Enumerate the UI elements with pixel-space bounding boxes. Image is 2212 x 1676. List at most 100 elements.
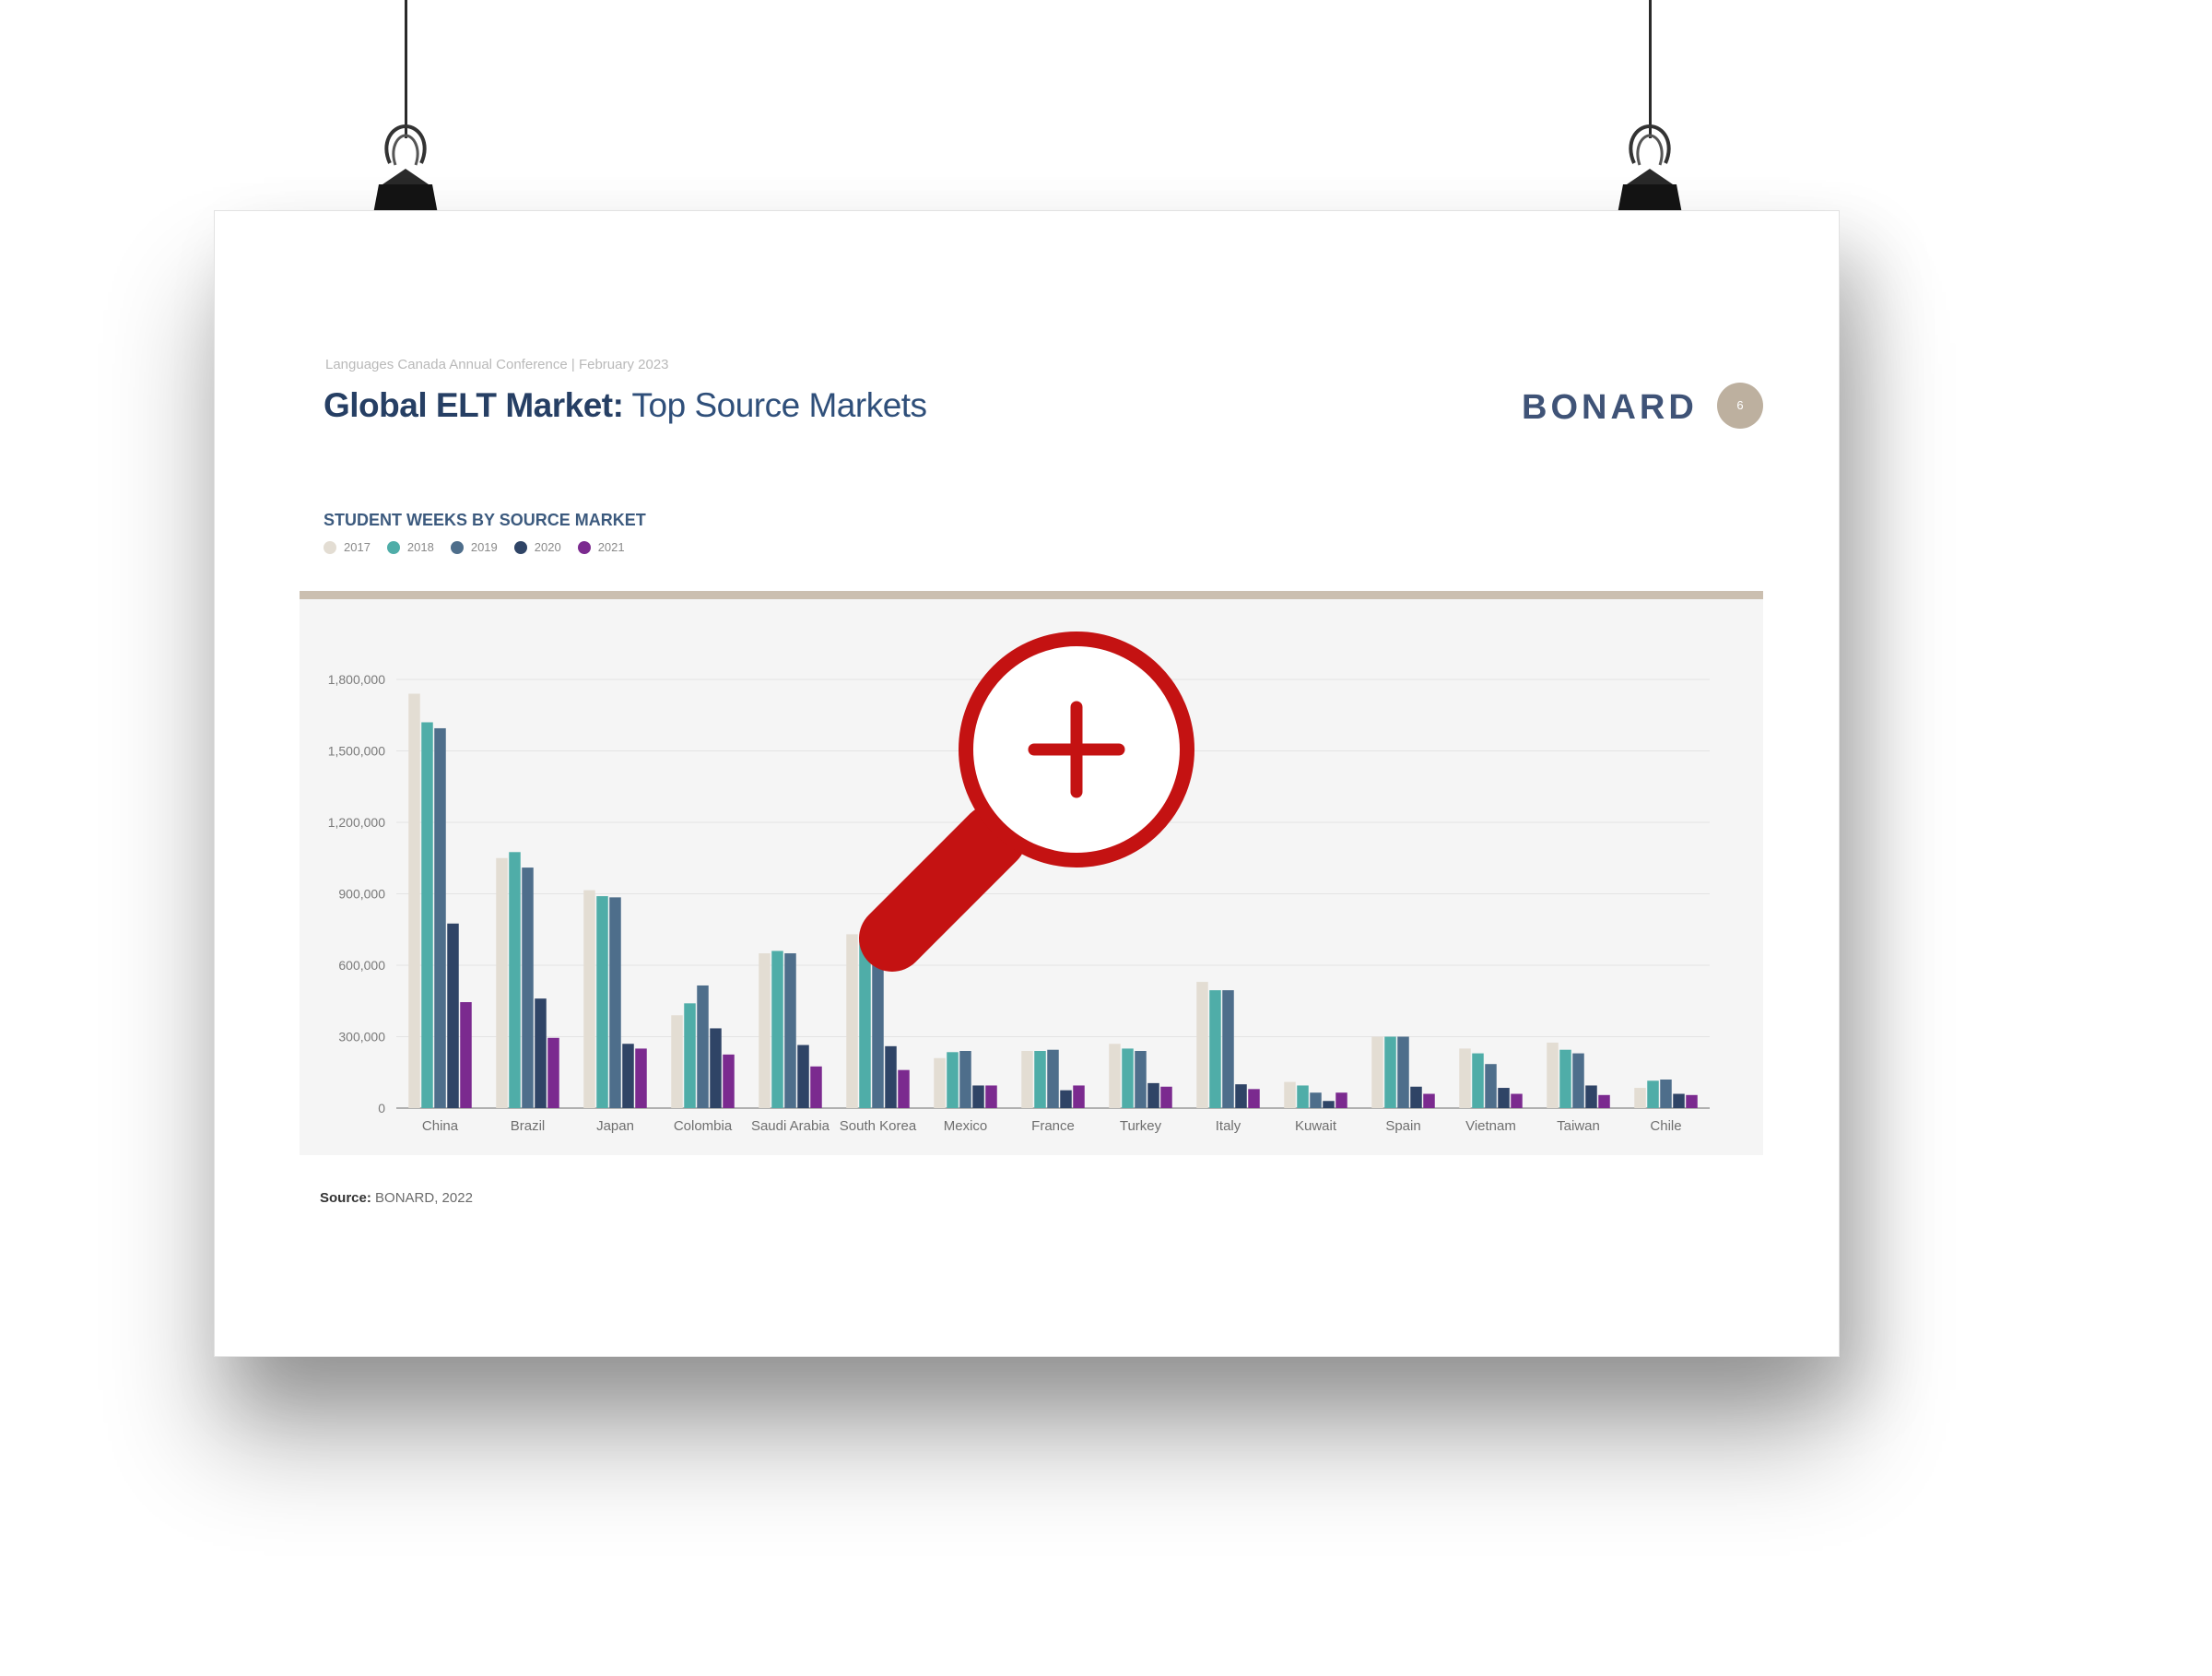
x-tick-label: Taiwan <box>1557 1118 1600 1134</box>
legend-label: 2020 <box>534 540 561 554</box>
bar <box>959 1051 971 1108</box>
bar <box>1673 1093 1685 1108</box>
bar <box>1060 1090 1072 1108</box>
x-tick-label: South Korea <box>840 1118 917 1134</box>
bar <box>1297 1085 1309 1108</box>
bar <box>1135 1051 1147 1108</box>
y-tick-label: 1,800,000 <box>328 672 385 687</box>
x-tick-label: Mexico <box>944 1118 988 1134</box>
bar <box>759 953 771 1108</box>
bar <box>1572 1053 1584 1108</box>
bar <box>1511 1093 1523 1108</box>
bar <box>547 1037 559 1108</box>
bar <box>583 890 595 1108</box>
bar <box>1371 1036 1383 1108</box>
x-tick-label: Brazil <box>511 1118 546 1134</box>
bar <box>947 1052 959 1108</box>
bar <box>1235 1084 1247 1108</box>
bar <box>934 1057 946 1108</box>
x-tick-label: Italy <box>1216 1118 1241 1134</box>
bar <box>1397 1036 1409 1108</box>
bar <box>985 1085 997 1108</box>
y-tick-label: 1,500,000 <box>328 744 385 759</box>
legend-label: 2017 <box>344 540 371 554</box>
legend-swatch <box>386 540 400 554</box>
bar <box>1284 1081 1296 1108</box>
legend-label: 2019 <box>470 540 498 554</box>
brand-logo: BONARD <box>1522 388 1698 427</box>
bar <box>460 1002 472 1108</box>
bar <box>1410 1086 1422 1108</box>
x-tick-label: Spain <box>1385 1118 1420 1134</box>
legend-swatch <box>577 540 591 554</box>
bar <box>1196 982 1208 1108</box>
title-bold: Global ELT Market: <box>324 386 624 424</box>
bar <box>1559 1049 1571 1108</box>
bar <box>434 727 446 1108</box>
bar <box>710 1028 722 1108</box>
legend-item-2017: 2017 <box>324 540 371 554</box>
bar <box>1073 1085 1085 1108</box>
bar <box>1335 1092 1347 1108</box>
bar <box>1384 1036 1396 1108</box>
bar <box>596 896 608 1108</box>
bar <box>797 1045 809 1108</box>
bar <box>1021 1051 1033 1108</box>
chart-title: STUDENT WEEKS BY SOURCE MARKET <box>324 511 646 529</box>
x-tick-label: Chile <box>1650 1118 1681 1134</box>
bar <box>1122 1048 1134 1108</box>
source-text: BONARD, 2022 <box>371 1190 473 1206</box>
x-tick-label: Turkey <box>1120 1118 1162 1134</box>
bar <box>1222 990 1234 1108</box>
bar <box>609 897 621 1108</box>
legend-label: 2021 <box>597 540 625 554</box>
bar <box>697 985 709 1108</box>
x-tick-label: Saudi Arabia <box>751 1118 830 1134</box>
bar <box>784 953 796 1108</box>
legend-item-2020: 2020 <box>513 540 561 554</box>
bar <box>1485 1064 1497 1108</box>
zoom-in-magnifier-icon[interactable] <box>837 616 1215 994</box>
bar <box>810 1066 822 1108</box>
bar <box>1498 1088 1510 1108</box>
x-tick-label: Kuwait <box>1295 1118 1337 1134</box>
bar <box>1047 1049 1059 1108</box>
bar <box>408 693 420 1108</box>
bar <box>522 868 534 1108</box>
bar <box>447 923 459 1108</box>
legend-item-2021: 2021 <box>577 540 625 554</box>
legend-item-2018: 2018 <box>386 540 434 554</box>
bar <box>1472 1053 1484 1108</box>
title-rest: Top Source Markets <box>623 386 928 424</box>
legend-swatch <box>513 540 527 554</box>
x-tick-label: Japan <box>596 1118 634 1134</box>
chart-legend: 2017 2018 2019 2020 2021 <box>324 540 625 554</box>
bar <box>1459 1048 1471 1108</box>
bar <box>1547 1042 1559 1108</box>
x-tick-label: Colombia <box>674 1118 733 1134</box>
bar <box>1585 1085 1597 1108</box>
bar <box>1109 1044 1121 1108</box>
legend-label: 2018 <box>406 540 434 554</box>
bar <box>684 1003 696 1108</box>
bar <box>898 1069 910 1108</box>
bar <box>1209 990 1221 1108</box>
y-tick-label: 900,000 <box>338 887 385 902</box>
bar <box>1147 1082 1159 1108</box>
bar <box>972 1085 984 1108</box>
bar <box>1647 1080 1659 1108</box>
bar <box>885 1045 897 1108</box>
y-tick-label: 600,000 <box>338 958 385 973</box>
bar <box>771 950 783 1108</box>
accent-rule <box>300 591 1763 599</box>
bar <box>535 998 547 1108</box>
y-tick-label: 0 <box>378 1101 385 1115</box>
bar <box>671 1015 683 1108</box>
bar <box>1160 1086 1172 1108</box>
bar <box>1634 1088 1646 1108</box>
legend-swatch <box>450 540 464 554</box>
bar <box>635 1048 647 1108</box>
bar <box>421 722 433 1108</box>
bar <box>723 1054 735 1108</box>
bar <box>496 857 508 1108</box>
